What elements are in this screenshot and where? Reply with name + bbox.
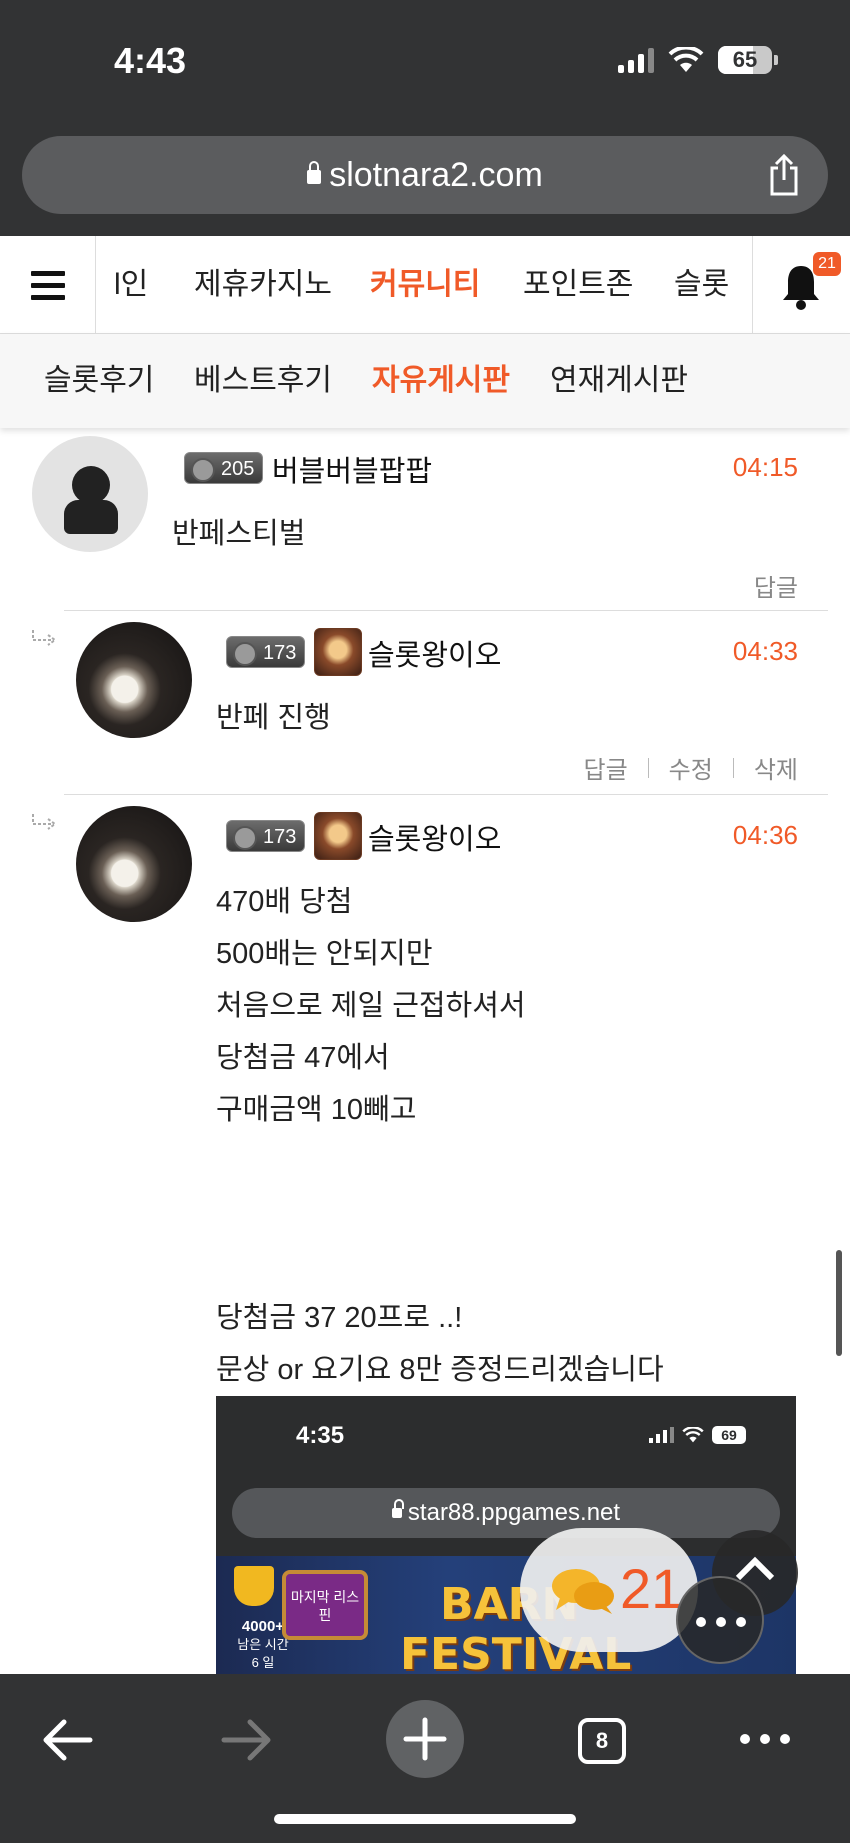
notification-button[interactable]: 21 [752,236,850,334]
chat-bubbles-icon [552,1569,614,1614]
more-menu-icon[interactable] [740,1734,790,1744]
comment-text-line: 500배는 안되지만 [216,938,433,970]
home-indicator [274,1814,576,1824]
nav-item-partner-casino[interactable]: 제휴카지노 [194,236,332,334]
rank-icon [314,628,362,676]
trophy-icon [234,1566,274,1606]
comment-text-line: 처음으로 제일 근접하셔서 [216,990,526,1022]
avatar[interactable] [76,806,192,922]
status-icons: 65 [618,46,778,74]
comment-time: 04:36 [732,820,798,850]
nav-item-point-zone[interactable]: 포인트존 [523,236,633,334]
level-badge: 173 [226,636,306,668]
url-text: slotnara2.com [329,156,543,194]
comment-text-line: 당첨금 47에서 [216,1042,390,1074]
nav-item-slot[interactable]: 슬롯 [674,236,729,334]
chat-floating-button[interactable]: 21 [520,1528,698,1652]
battery-percent: 65 [732,47,758,72]
avatar[interactable] [76,622,192,738]
chat-count: 21 [620,1557,683,1620]
more-floating-button[interactable] [676,1576,764,1664]
divider [64,794,828,795]
comment-time: 04:15 [732,452,798,482]
embed-time: 4:35 [296,1422,345,1449]
comment-nickname[interactable]: 슬롯왕이오 [368,816,501,858]
level-badge: 205 [184,452,264,484]
divider [64,610,828,611]
subnav-free-board[interactable]: 자유게시판 [372,334,510,428]
sub-nav: 슬롯후기 베스트후기 자유게시판 연재게시판 [0,334,850,428]
reply-button[interactable]: 답글 [754,568,798,603]
embed-battery: 69 [712,1426,746,1444]
browser-top-chrome: 4:43 65 slotnara2.com [0,0,850,236]
signal-icon [618,47,654,73]
notification-badge: 21 [813,252,841,276]
embed-url: star88.ppgames.net [232,1488,780,1538]
scroll-indicator [836,1250,842,1356]
new-tab-button[interactable] [386,1700,464,1778]
tabs-button[interactable]: 8 [578,1718,626,1764]
comment-time: 04:33 [732,636,798,666]
reply-button[interactable]: 답글 [583,750,627,785]
menu-icon[interactable] [0,236,96,334]
level-badge: 173 [226,820,306,852]
subnav-slot-review[interactable]: 슬롯후기 [44,334,154,428]
nav-item-community[interactable]: 커뮤니티 [370,236,480,334]
chevron-up-icon [735,1556,775,1581]
comment-text-line: 470배 당첨 [216,886,353,918]
banner-counter-sub: 6 일 [251,1655,275,1670]
edit-button[interactable]: 수정 [669,750,713,785]
comment-text-line: 당첨금 37 20프로 ..! [216,1302,463,1334]
wifi-icon [682,1427,704,1443]
comment-text: 반페스티벌 [172,518,306,550]
comment-text-line: 구매금액 10빼고 [216,1094,417,1126]
comment-nickname[interactable]: 슬롯왕이오 [368,632,501,674]
lock-icon [307,161,322,184]
comment-actions: 답글 수정 삭제 [583,750,798,785]
rank-icon [314,812,362,860]
lock-icon [391,1499,404,1518]
subnav-serial-board[interactable]: 연재게시판 [550,334,688,428]
comment-text-line: 문상 or 요기요 8만 증정드리겠습니다 [216,1354,664,1386]
wifi-icon [668,47,704,72]
comment-nickname[interactable]: 버블버블팝팝 [272,448,432,490]
banner-last-respin: 마지막 리스핀 [282,1570,368,1640]
embed-status-icons: 69 [649,1426,746,1444]
main-nav: l인 제휴카지노 커뮤니티 포인트존 슬롯 21 [0,236,850,334]
subnav-best-review[interactable]: 베스트후기 [194,334,332,428]
nav-item-partial[interactable]: l인 [114,236,148,334]
forward-icon[interactable] [220,1718,272,1762]
reply-arrow-icon [32,814,57,830]
back-icon[interactable] [42,1718,94,1762]
avatar[interactable] [32,436,148,552]
main-nav-scroll: l인 제휴카지노 커뮤니티 포인트존 슬롯 [96,236,752,334]
delete-button[interactable]: 삭제 [754,750,798,785]
status-time: 4:43 [114,40,187,81]
plus-icon [403,1717,447,1761]
battery-icon: 65 [718,46,778,74]
reply-arrow-icon [32,630,57,646]
address-bar[interactable]: slotnara2.com [22,136,828,214]
comment-actions: 답글 [754,568,798,603]
share-icon[interactable] [766,154,802,196]
comment-text: 반페 진행 [216,702,331,734]
comment-list: 205 버블버블팝팝 04:15 반페스티벌 답글 173 슬롯왕이오 04:3… [0,428,850,1674]
embed-url-text: star88.ppgames.net [407,1499,621,1526]
